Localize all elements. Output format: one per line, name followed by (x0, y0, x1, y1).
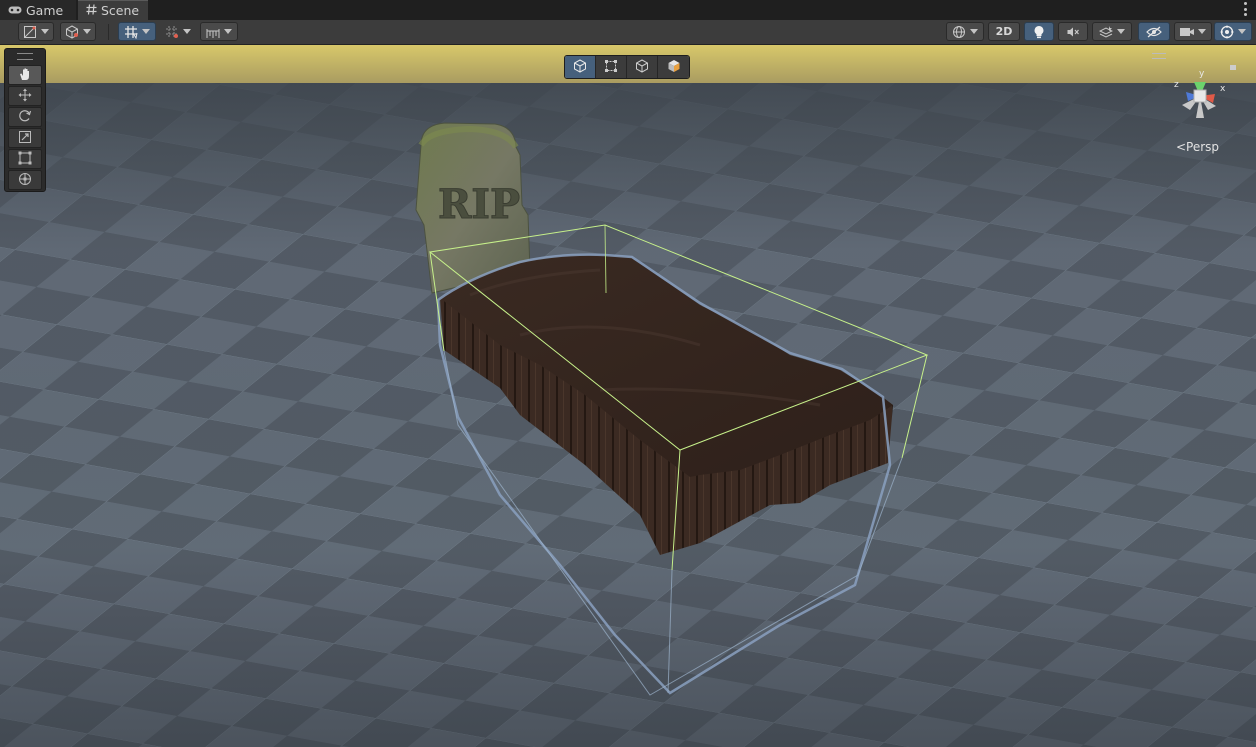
tab-game-label: Game (26, 2, 64, 18)
scene-toolbar: 2D (0, 20, 1256, 45)
chevron-down-icon (969, 24, 979, 40)
hash-icon (86, 3, 97, 18)
rect-select-icon (604, 58, 618, 77)
hand-icon (18, 66, 32, 85)
cube-shaded-icon (667, 58, 681, 77)
camera-dropdown[interactable] (1174, 22, 1212, 41)
gizmos-dropdown[interactable] (1214, 22, 1252, 41)
axis-x-label: x (1220, 84, 1226, 94)
transform-tool[interactable] (8, 170, 42, 190)
chevron-down-icon (82, 24, 92, 40)
chevron-down-icon (1237, 24, 1247, 40)
grid-snap-toggle[interactable] (118, 22, 156, 41)
increment-snap-icon (164, 24, 180, 40)
scale-tool[interactable] (8, 128, 42, 148)
chevron-down-icon (223, 24, 233, 40)
audio-mute-icon (1065, 24, 1081, 40)
2d-toggle[interactable]: 2D (988, 22, 1020, 41)
more-options-icon[interactable] (1244, 2, 1248, 16)
chevron-down-icon (182, 24, 192, 40)
chevron-down-icon (141, 24, 151, 40)
tab-scene-label: Scene (101, 3, 140, 18)
chevron-down-icon (1116, 24, 1126, 40)
projection-toggle[interactable]: <Persp (1176, 140, 1219, 154)
scene-lighting-dropdown[interactable] (946, 22, 984, 41)
gamepad-icon (8, 3, 22, 18)
view-toggle-rect[interactable] (596, 56, 627, 78)
view-toggle-shaded[interactable] (658, 56, 689, 78)
tab-bar: Game Scene (0, 0, 1256, 21)
effects-dropdown[interactable] (1092, 22, 1132, 41)
cube-icon (635, 58, 649, 77)
gizmo-grip[interactable] (1152, 53, 1166, 59)
draw-mode-icon (22, 24, 38, 40)
view-toggle-cube[interactable] (627, 56, 658, 78)
tool-palette (4, 48, 46, 192)
hand-tool[interactable] (8, 65, 42, 85)
orientation-gizmo[interactable]: y x z (1166, 66, 1232, 126)
visibility-icon (1146, 24, 1162, 40)
shading-dropdown[interactable] (60, 22, 96, 41)
ruler-dropdown[interactable] (200, 22, 238, 41)
lighting-toggle[interactable] (1024, 22, 1054, 41)
scene-render: RIP (0, 45, 1256, 747)
view-toggle-wireframe[interactable] (565, 56, 596, 78)
tombstone-text: RIP (438, 181, 520, 228)
visibility-toggle[interactable] (1138, 22, 1170, 41)
scene-viewport[interactable]: RIP (0, 45, 1256, 747)
chevron-down-icon (1197, 24, 1207, 40)
axis-y-label: y (1199, 69, 1205, 79)
rect-icon (18, 150, 32, 169)
gizmos-icon (1219, 24, 1235, 40)
rotate-icon (18, 108, 32, 127)
increment-snap-dropdown[interactable] (160, 22, 196, 41)
ruler-icon (205, 24, 221, 40)
effects-icon (1098, 24, 1114, 40)
tab-scene[interactable]: Scene (78, 0, 148, 20)
transform-icon (18, 171, 32, 190)
audio-toggle[interactable] (1058, 22, 1088, 41)
tab-game[interactable]: Game (0, 0, 76, 20)
scale-icon (18, 129, 32, 148)
lightbulb-icon (1031, 24, 1047, 40)
globe-icon (951, 24, 967, 40)
palette-grip[interactable] (17, 53, 33, 60)
view-toggle-group (564, 55, 690, 79)
chevron-down-icon (40, 24, 50, 40)
axis-z-label: z (1174, 80, 1179, 90)
camera-icon (1179, 24, 1195, 40)
move-icon (18, 87, 32, 106)
move-tool[interactable] (8, 86, 42, 106)
2d-label: 2D (995, 25, 1013, 38)
cube-outline-icon (573, 58, 587, 77)
rotate-tool[interactable] (8, 107, 42, 127)
rect-tool[interactable] (8, 149, 42, 169)
shading-cube-icon (64, 24, 80, 40)
draw-mode-dropdown[interactable] (18, 22, 54, 41)
grid-snap-icon (123, 24, 139, 40)
